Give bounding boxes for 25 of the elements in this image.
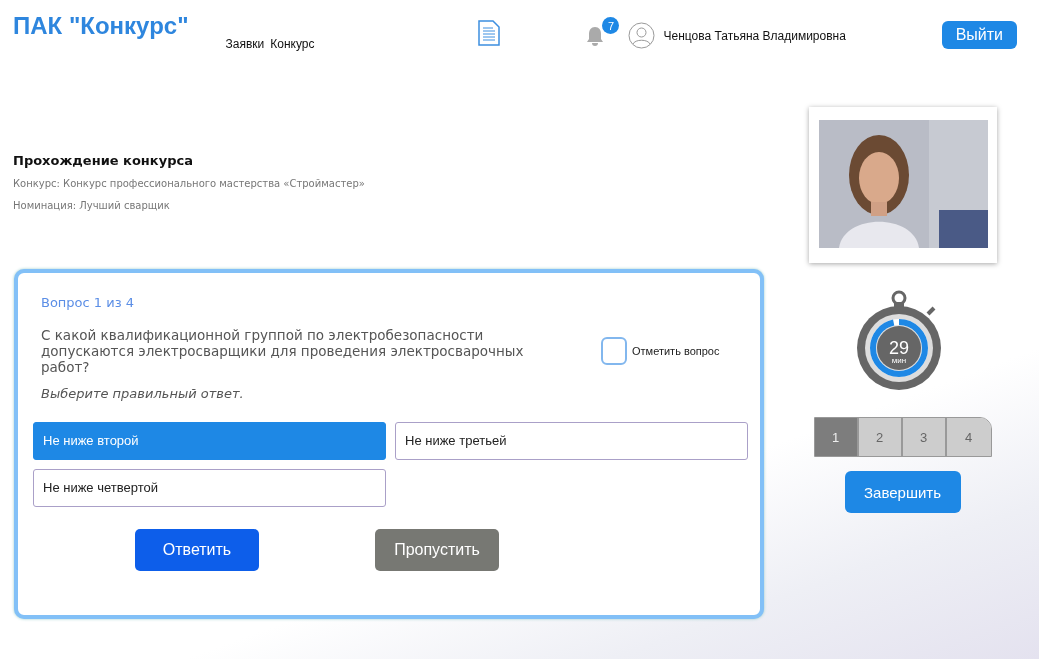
- question-text: С какой квалификационной группой по электробезопасности допускаются электросварщики для проведения электросварочных работ?: [41, 327, 525, 376]
- nav-link[interactable]: Заявки: [225, 37, 265, 51]
- nav-link[interactable]: Конкурс: [270, 37, 315, 51]
- question-tab[interactable]: 3: [902, 418, 947, 456]
- avatar-icon: [628, 22, 656, 49]
- question-tab[interactable]: 2: [858, 418, 903, 456]
- answer-option[interactable]: Не ниже третьей: [395, 421, 748, 460]
- mark-question-checkbox[interactable]: Отметить вопрос: [601, 337, 720, 366]
- document-icon[interactable]: [478, 20, 501, 46]
- answer-option[interactable]: Не ниже второй: [33, 421, 386, 460]
- answer-option[interactable]: Не ниже четвертой: [33, 468, 386, 507]
- page-title: Прохождение конкурса: [13, 153, 194, 168]
- answer-button[interactable]: Ответить: [135, 528, 259, 571]
- contest-info: Номинация: Лучший сварщик: [13, 200, 171, 211]
- user-name: Ченцова Татьяна Владимировна: [663, 28, 846, 43]
- answer-hint: Выберите правильный ответ.: [41, 385, 245, 401]
- question-tab[interactable]: 4: [946, 418, 991, 456]
- question-tab[interactable]: 1: [814, 418, 859, 456]
- question-counter: Вопрос 1 из 4: [41, 295, 136, 310]
- contest-info: Конкурс: Конкурс профессионального мастерства «Строймастер»: [13, 178, 366, 189]
- app-logo: ПАК "Конкурс": [13, 12, 189, 40]
- logout-button[interactable]: Выйти: [941, 21, 1017, 49]
- notification-badge: 7: [602, 17, 620, 34]
- skip-button[interactable]: Пропустить: [375, 528, 499, 571]
- finish-button[interactable]: Завершить: [844, 471, 961, 513]
